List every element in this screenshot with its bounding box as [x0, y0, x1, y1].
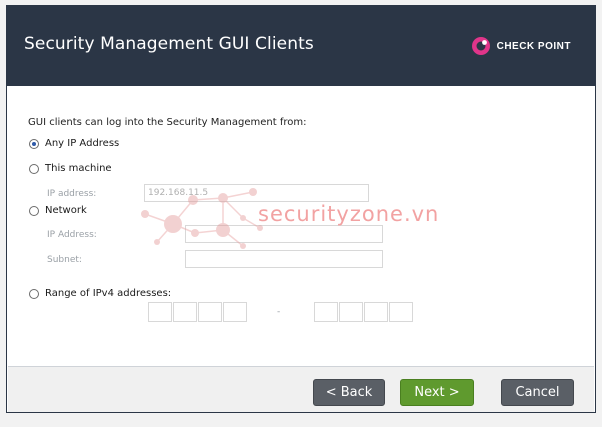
- range-end-octet-1[interactable]: [314, 302, 338, 322]
- range-separator: -: [277, 307, 281, 317]
- option-network[interactable]: Network: [29, 205, 87, 216]
- network-ip-label: IP Address:: [47, 230, 97, 240]
- intro-text: GUI clients can log into the Security Ma…: [28, 117, 307, 128]
- radio-this-machine[interactable]: [29, 163, 39, 174]
- watermark-text: securityzone.vn: [258, 202, 440, 226]
- next-button[interactable]: Next >: [400, 379, 474, 406]
- brand-name: CHECK POINT: [496, 40, 571, 52]
- range-end-octet-2[interactable]: [339, 302, 363, 322]
- range-start-octet-3[interactable]: [198, 302, 222, 322]
- checkpoint-logo-icon: [471, 37, 490, 55]
- range-end-octet-3[interactable]: [364, 302, 388, 322]
- option-any-ip[interactable]: Any IP Address: [29, 138, 119, 149]
- brand-logo: CHECK POINT: [471, 36, 571, 56]
- this-machine-ip-label: IP address:: [47, 189, 97, 199]
- option-any-ip-label: Any IP Address: [45, 138, 120, 149]
- option-range-label: Range of IPv4 addresses:: [45, 288, 172, 299]
- range-start-octet-1[interactable]: [148, 302, 172, 322]
- range-start-octet-4[interactable]: [223, 302, 247, 322]
- radio-network[interactable]: [29, 205, 39, 216]
- range-end-octet-4[interactable]: [389, 302, 413, 322]
- range-start-octet-2[interactable]: [173, 302, 197, 322]
- network-subnet-label: Subnet:: [47, 255, 82, 265]
- dialog-title: Security Management GUI Clients: [24, 34, 314, 54]
- radio-range[interactable]: [29, 288, 39, 299]
- option-this-machine[interactable]: This machine: [29, 163, 112, 174]
- dialog-footer: < Back Next > Cancel: [8, 367, 594, 412]
- option-this-machine-label: This machine: [45, 163, 112, 174]
- option-network-label: Network: [45, 205, 87, 216]
- back-button[interactable]: < Back: [313, 379, 385, 406]
- option-range[interactable]: Range of IPv4 addresses:: [29, 288, 171, 299]
- cancel-button[interactable]: Cancel: [501, 379, 574, 406]
- radio-any-ip[interactable]: [29, 138, 39, 149]
- dialog-header: Security Management GUI Clients CHECK PO…: [7, 6, 595, 86]
